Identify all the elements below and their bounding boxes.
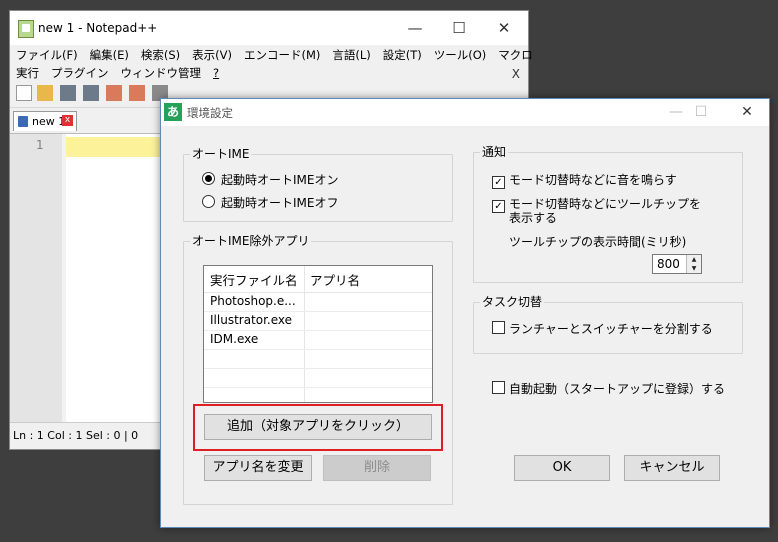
radio-auto-ime-off[interactable]: 起動時オートIMEオフ (202, 194, 338, 212)
npp-titlebar: new 1 - Notepad++ — ☐ ✕ (10, 11, 528, 45)
checkbox-unchecked[interactable] (492, 381, 505, 394)
radio-auto-ime-on-label: 起動時オートIMEオン (221, 173, 339, 187)
add-app-button[interactable]: 追加（対象アプリをクリック） (204, 414, 432, 440)
delete-app-button[interactable]: 削除 (323, 455, 431, 481)
radio-auto-ime-off-label: 起動時オートIMEオフ (221, 196, 339, 210)
list-item[interactable] (204, 349, 432, 369)
spinner-arrows-icon[interactable]: ▲ ▼ (686, 255, 701, 273)
close-all-icon[interactable] (129, 85, 145, 101)
menu-bar: ファイル(F) 編集(E) 検索(S) 表示(V) エンコード(M) 言語(L) 設定(T)… (10, 45, 533, 82)
checkbox-unchecked[interactable] (492, 321, 505, 334)
file-icon (18, 116, 28, 127)
menu-view[interactable]: 表示(V) (192, 46, 232, 64)
cancel-button[interactable]: キャンセル (624, 455, 720, 481)
notepadpp-logo-icon (18, 20, 34, 38)
menu-row-1: ファイル(F) 編集(E) 検索(S) 表示(V) エンコード(M) 言語(L) 設定(T)… (16, 46, 545, 64)
ok-button[interactable]: OK (514, 455, 610, 481)
tooltip-duration-label: ツールチップの表示時間(ミリ秒) (509, 235, 687, 249)
menu-plugins[interactable]: プラグイン (51, 64, 109, 82)
autostart-label: 自動起動（スタートアップに登録）する (509, 382, 726, 396)
settings-dialog: あ 環境設定 — ☐ ✕ オートIME 起動時オートIMEオン 起動時オートIM… (160, 98, 770, 528)
dialog-close-button[interactable]: ✕ (727, 101, 767, 123)
menu-window[interactable]: ウィンドウ管理 (121, 64, 202, 82)
list-item[interactable] (204, 387, 432, 402)
split-launcher-label: ランチャーとスイッチャーを分割する (509, 322, 713, 336)
npp-window-title: new 1 - Notepad++ (38, 21, 158, 35)
open-file-icon[interactable] (37, 85, 53, 101)
menu-run[interactable]: 実行 (16, 64, 39, 82)
notification-group-label: 通知 (480, 144, 509, 160)
radio-button-selected[interactable] (202, 172, 215, 185)
close-document-icon[interactable]: X (512, 67, 520, 81)
menu-language[interactable]: 言語(L) (332, 46, 370, 64)
task-switch-group-label: タスク切替 (480, 294, 545, 310)
exclusion-app-list[interactable]: 実行ファイル名 アプリ名 Photoshop.e... Illustrator.… (203, 265, 433, 403)
save-all-icon[interactable] (83, 85, 99, 101)
list-item[interactable]: IDM.exe (204, 330, 432, 350)
list-header: 実行ファイル名 アプリ名 (204, 266, 432, 293)
dialog-titlebar: あ 環境設定 — ☐ ✕ (161, 99, 769, 126)
list-item[interactable]: Photoshop.e... (204, 292, 432, 312)
auto-ime-group: オートIME 起動時オートIMEオン 起動時オートIMEオフ (183, 146, 453, 222)
fold-margin (62, 134, 66, 426)
rename-app-button[interactable]: アプリ名を変更 (204, 455, 312, 481)
tooltip-duration-value[interactable]: 800 (657, 257, 680, 271)
close-button[interactable]: ✕ (482, 15, 526, 41)
menu-settings[interactable]: 設定(T) (383, 46, 422, 64)
checkbox-checked[interactable]: ✓ (492, 200, 505, 213)
radio-button[interactable] (202, 195, 215, 208)
menu-help[interactable]: ? (213, 64, 219, 82)
tooltip-duration-spinner[interactable]: 800 ▲ ▼ (652, 254, 702, 274)
tab-label: new 1 (32, 115, 66, 128)
line-number-gutter: 1 (10, 134, 62, 426)
sound-checkbox-label: モード切替時などに音を鳴らす (509, 173, 677, 187)
tooltip-checkbox-label-line2: 表示する (509, 211, 558, 225)
column-header-exe[interactable]: 実行ファイル名 (210, 270, 298, 289)
tab-new-1[interactable]: new 1 x (13, 111, 77, 131)
split-launcher-checkbox[interactable]: ランチャーとスイッチャーを分割する (492, 320, 713, 338)
tab-close-icon[interactable]: x (62, 115, 73, 126)
dialog-maximize-button[interactable]: ☐ (681, 101, 721, 123)
menu-tools[interactable]: ツール(O) (434, 46, 487, 64)
list-item-exe: IDM.exe (210, 332, 259, 346)
close-file-icon[interactable] (106, 85, 122, 101)
line-number: 1 (36, 138, 44, 152)
list-item[interactable] (204, 368, 432, 388)
new-file-icon[interactable] (16, 85, 32, 101)
minimize-button[interactable]: — (393, 15, 437, 41)
exclusion-group-label: オートIME除外アプリ (190, 233, 312, 249)
list-item-exe: Illustrator.exe (210, 313, 293, 327)
sound-checkbox[interactable]: ✓ モード切替時などに音を鳴らす (492, 171, 677, 189)
list-item-exe: Photoshop.e... (210, 294, 296, 308)
radio-auto-ime-on[interactable]: 起動時オートIMEオン (202, 171, 338, 189)
list-item[interactable]: Illustrator.exe (204, 311, 432, 331)
menu-file[interactable]: ファイル(F) (16, 46, 78, 64)
menu-row-2: 実行 プラグイン ウィンドウ管理? (16, 64, 231, 82)
column-header-app[interactable]: アプリ名 (310, 270, 360, 289)
checkbox-checked[interactable]: ✓ (492, 176, 505, 189)
menu-encoding[interactable]: エンコード(M) (244, 46, 320, 64)
menu-edit[interactable]: 編集(E) (90, 46, 129, 64)
ime-app-icon: あ (164, 103, 182, 121)
auto-ime-group-label: オートIME (190, 146, 252, 162)
maximize-button[interactable]: ☐ (437, 15, 481, 41)
menu-search[interactable]: 検索(S) (141, 46, 180, 64)
menu-macro[interactable]: マクロ (498, 46, 533, 64)
save-icon[interactable] (60, 85, 76, 101)
dialog-title: 環境設定 (187, 106, 233, 120)
autostart-checkbox[interactable]: 自動起動（スタートアップに登録）する (492, 380, 725, 398)
